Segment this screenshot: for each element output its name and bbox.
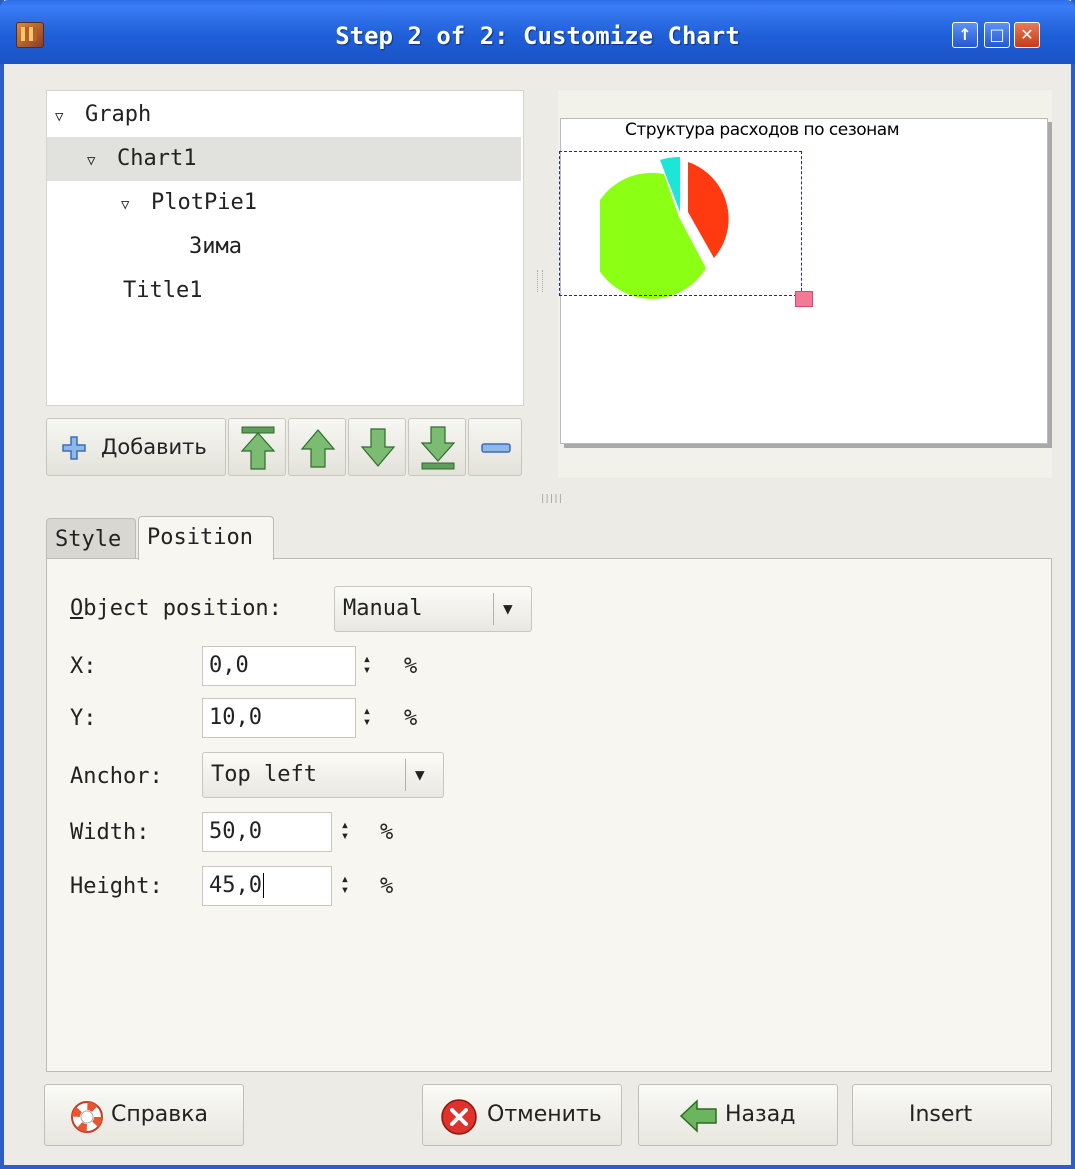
window-title: Step 2 of 2: Customize Chart bbox=[335, 22, 740, 50]
object-position-label: Object position: bbox=[70, 596, 282, 621]
text-cursor bbox=[262, 873, 264, 898]
resize-handle[interactable] bbox=[795, 291, 813, 307]
chart-element-tree[interactable]: ▽ Graph ▽ Chart1 ▽ PlotPie1 Зима Title1 bbox=[46, 90, 524, 406]
expand-triangle-icon[interactable]: ▽ bbox=[55, 95, 71, 139]
tab-position[interactable]: Position bbox=[138, 516, 274, 560]
height-field[interactable]: 45,0 bbox=[202, 866, 332, 906]
width-spin-arrows-icon[interactable]: ▴ ▾ bbox=[338, 818, 352, 843]
back-arrow-icon bbox=[679, 1099, 717, 1133]
x-unit: % bbox=[404, 654, 418, 679]
x-field[interactable]: 0,0 bbox=[202, 646, 356, 686]
object-position-combo[interactable]: Manual ▼ bbox=[334, 586, 532, 632]
width-field[interactable]: 50,0 bbox=[202, 812, 332, 852]
remove-button[interactable] bbox=[468, 418, 522, 476]
roll-up-button[interactable]: ↑ bbox=[952, 22, 978, 48]
back-button[interactable]: Назад bbox=[638, 1084, 838, 1146]
move-top-icon bbox=[240, 426, 276, 470]
cancel-icon bbox=[441, 1099, 477, 1135]
move-bottom-button[interactable] bbox=[408, 418, 466, 476]
title-bar[interactable]: Step 2 of 2: Customize Chart ↑ □ ✕ bbox=[0, 0, 1075, 64]
move-down-button[interactable] bbox=[348, 418, 406, 476]
move-bottom-icon bbox=[420, 426, 456, 470]
move-top-button[interactable] bbox=[228, 418, 286, 476]
anchor-label: Anchor: bbox=[70, 764, 163, 789]
x-spin-arrows-icon[interactable]: ▴ ▾ bbox=[360, 652, 374, 677]
help-button[interactable]: Справка bbox=[44, 1084, 244, 1146]
chevron-down-icon: ▼ bbox=[503, 599, 513, 618]
move-down-icon bbox=[360, 428, 396, 467]
insert-button[interactable]: Insert bbox=[852, 1084, 1052, 1146]
height-spin-arrows-icon[interactable]: ▴ ▾ bbox=[338, 872, 352, 897]
y-spin-arrows-icon[interactable]: ▴ ▾ bbox=[360, 704, 374, 729]
minus-icon bbox=[481, 443, 511, 453]
y-label: Y: bbox=[70, 706, 97, 731]
add-button[interactable]: Добавить bbox=[46, 418, 226, 476]
object-position-label-text: bject position: bbox=[83, 596, 282, 621]
tree-item-graph[interactable]: ▽ Graph bbox=[47, 93, 521, 137]
move-up-button[interactable] bbox=[288, 418, 346, 476]
tree-item-title1[interactable]: Title1 bbox=[47, 269, 521, 313]
close-button[interactable]: ✕ bbox=[1014, 22, 1040, 48]
chevron-down-icon: ▼ bbox=[415, 765, 425, 784]
expand-triangle-icon[interactable]: ▽ bbox=[121, 183, 137, 227]
selection-frame[interactable] bbox=[559, 151, 802, 296]
y-unit: % bbox=[404, 706, 418, 731]
preview-chart-title: Структура расходов по сезонам bbox=[624, 120, 900, 140]
height-unit: % bbox=[380, 874, 394, 899]
anchor-combo[interactable]: Top left ▼ bbox=[202, 752, 444, 798]
y-field[interactable]: 10,0 bbox=[202, 698, 356, 738]
position-tab-panel bbox=[46, 558, 1052, 1072]
horizontal-splitter-grip[interactable]: ||||| bbox=[540, 494, 563, 504]
x-label: X: bbox=[70, 654, 97, 679]
plus-icon bbox=[62, 436, 86, 460]
tree-item-zima[interactable]: Зима bbox=[47, 225, 521, 269]
lifebuoy-icon bbox=[71, 1101, 103, 1133]
tree-item-plotpie1[interactable]: ▽ PlotPie1 bbox=[47, 181, 521, 225]
height-label: Height: bbox=[70, 874, 163, 899]
maximize-button[interactable]: □ bbox=[984, 22, 1010, 48]
cancel-button[interactable]: Отменить bbox=[422, 1084, 622, 1146]
expand-triangle-icon[interactable]: ▽ bbox=[87, 139, 103, 183]
width-unit: % bbox=[380, 820, 394, 845]
width-label: Width: bbox=[70, 820, 150, 845]
tab-style[interactable]: Style bbox=[46, 518, 136, 560]
tree-item-chart1[interactable]: ▽ Chart1 bbox=[47, 137, 521, 181]
vertical-splitter-grip[interactable] bbox=[537, 270, 543, 292]
move-up-icon bbox=[300, 429, 336, 468]
